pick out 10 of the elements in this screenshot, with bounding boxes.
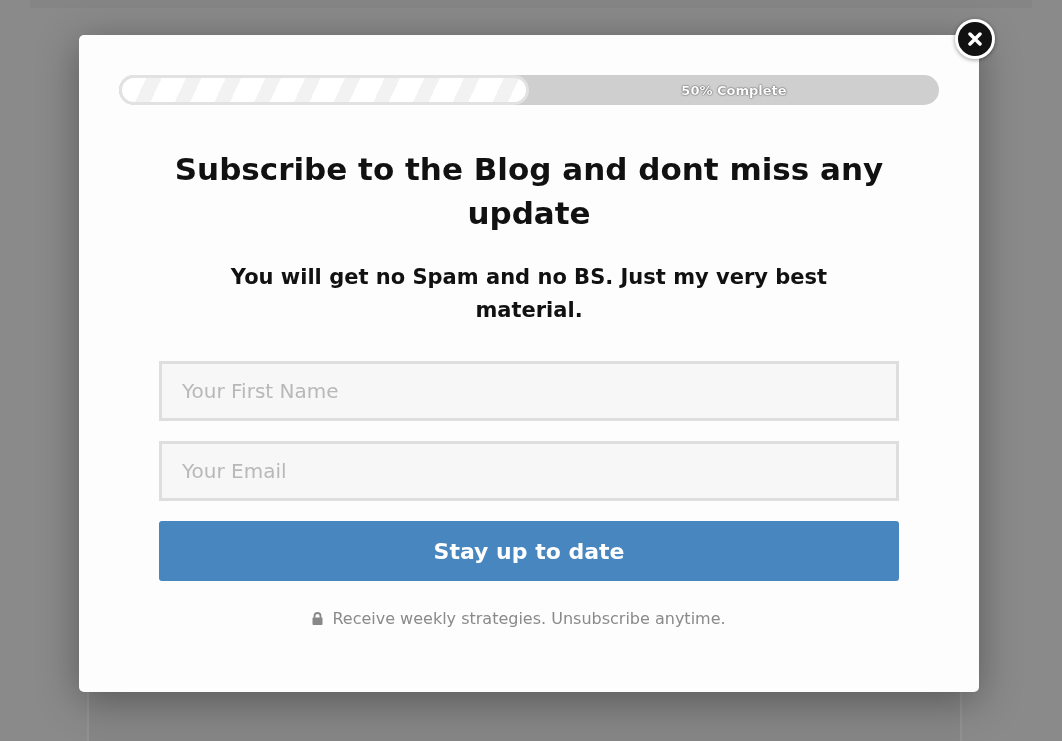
close-button[interactable]	[955, 19, 995, 59]
close-icon	[968, 32, 982, 46]
submit-button[interactable]: Stay up to date	[159, 521, 899, 581]
modal-title: Subscribe to the Blog and dont miss any update	[173, 150, 885, 233]
lock-icon	[312, 612, 324, 625]
modal-subtitle: You will get no Spam and no BS. Just my very best material.	[229, 264, 829, 324]
footer-note: Receive weekly strategies. Unsubscribe anytime.	[332, 609, 726, 628]
input-field[interactable]: Your Email	[159, 441, 899, 501]
progress-label: 50% Complete	[681, 82, 787, 98]
input-field[interactable]: Your First Name	[159, 361, 899, 421]
